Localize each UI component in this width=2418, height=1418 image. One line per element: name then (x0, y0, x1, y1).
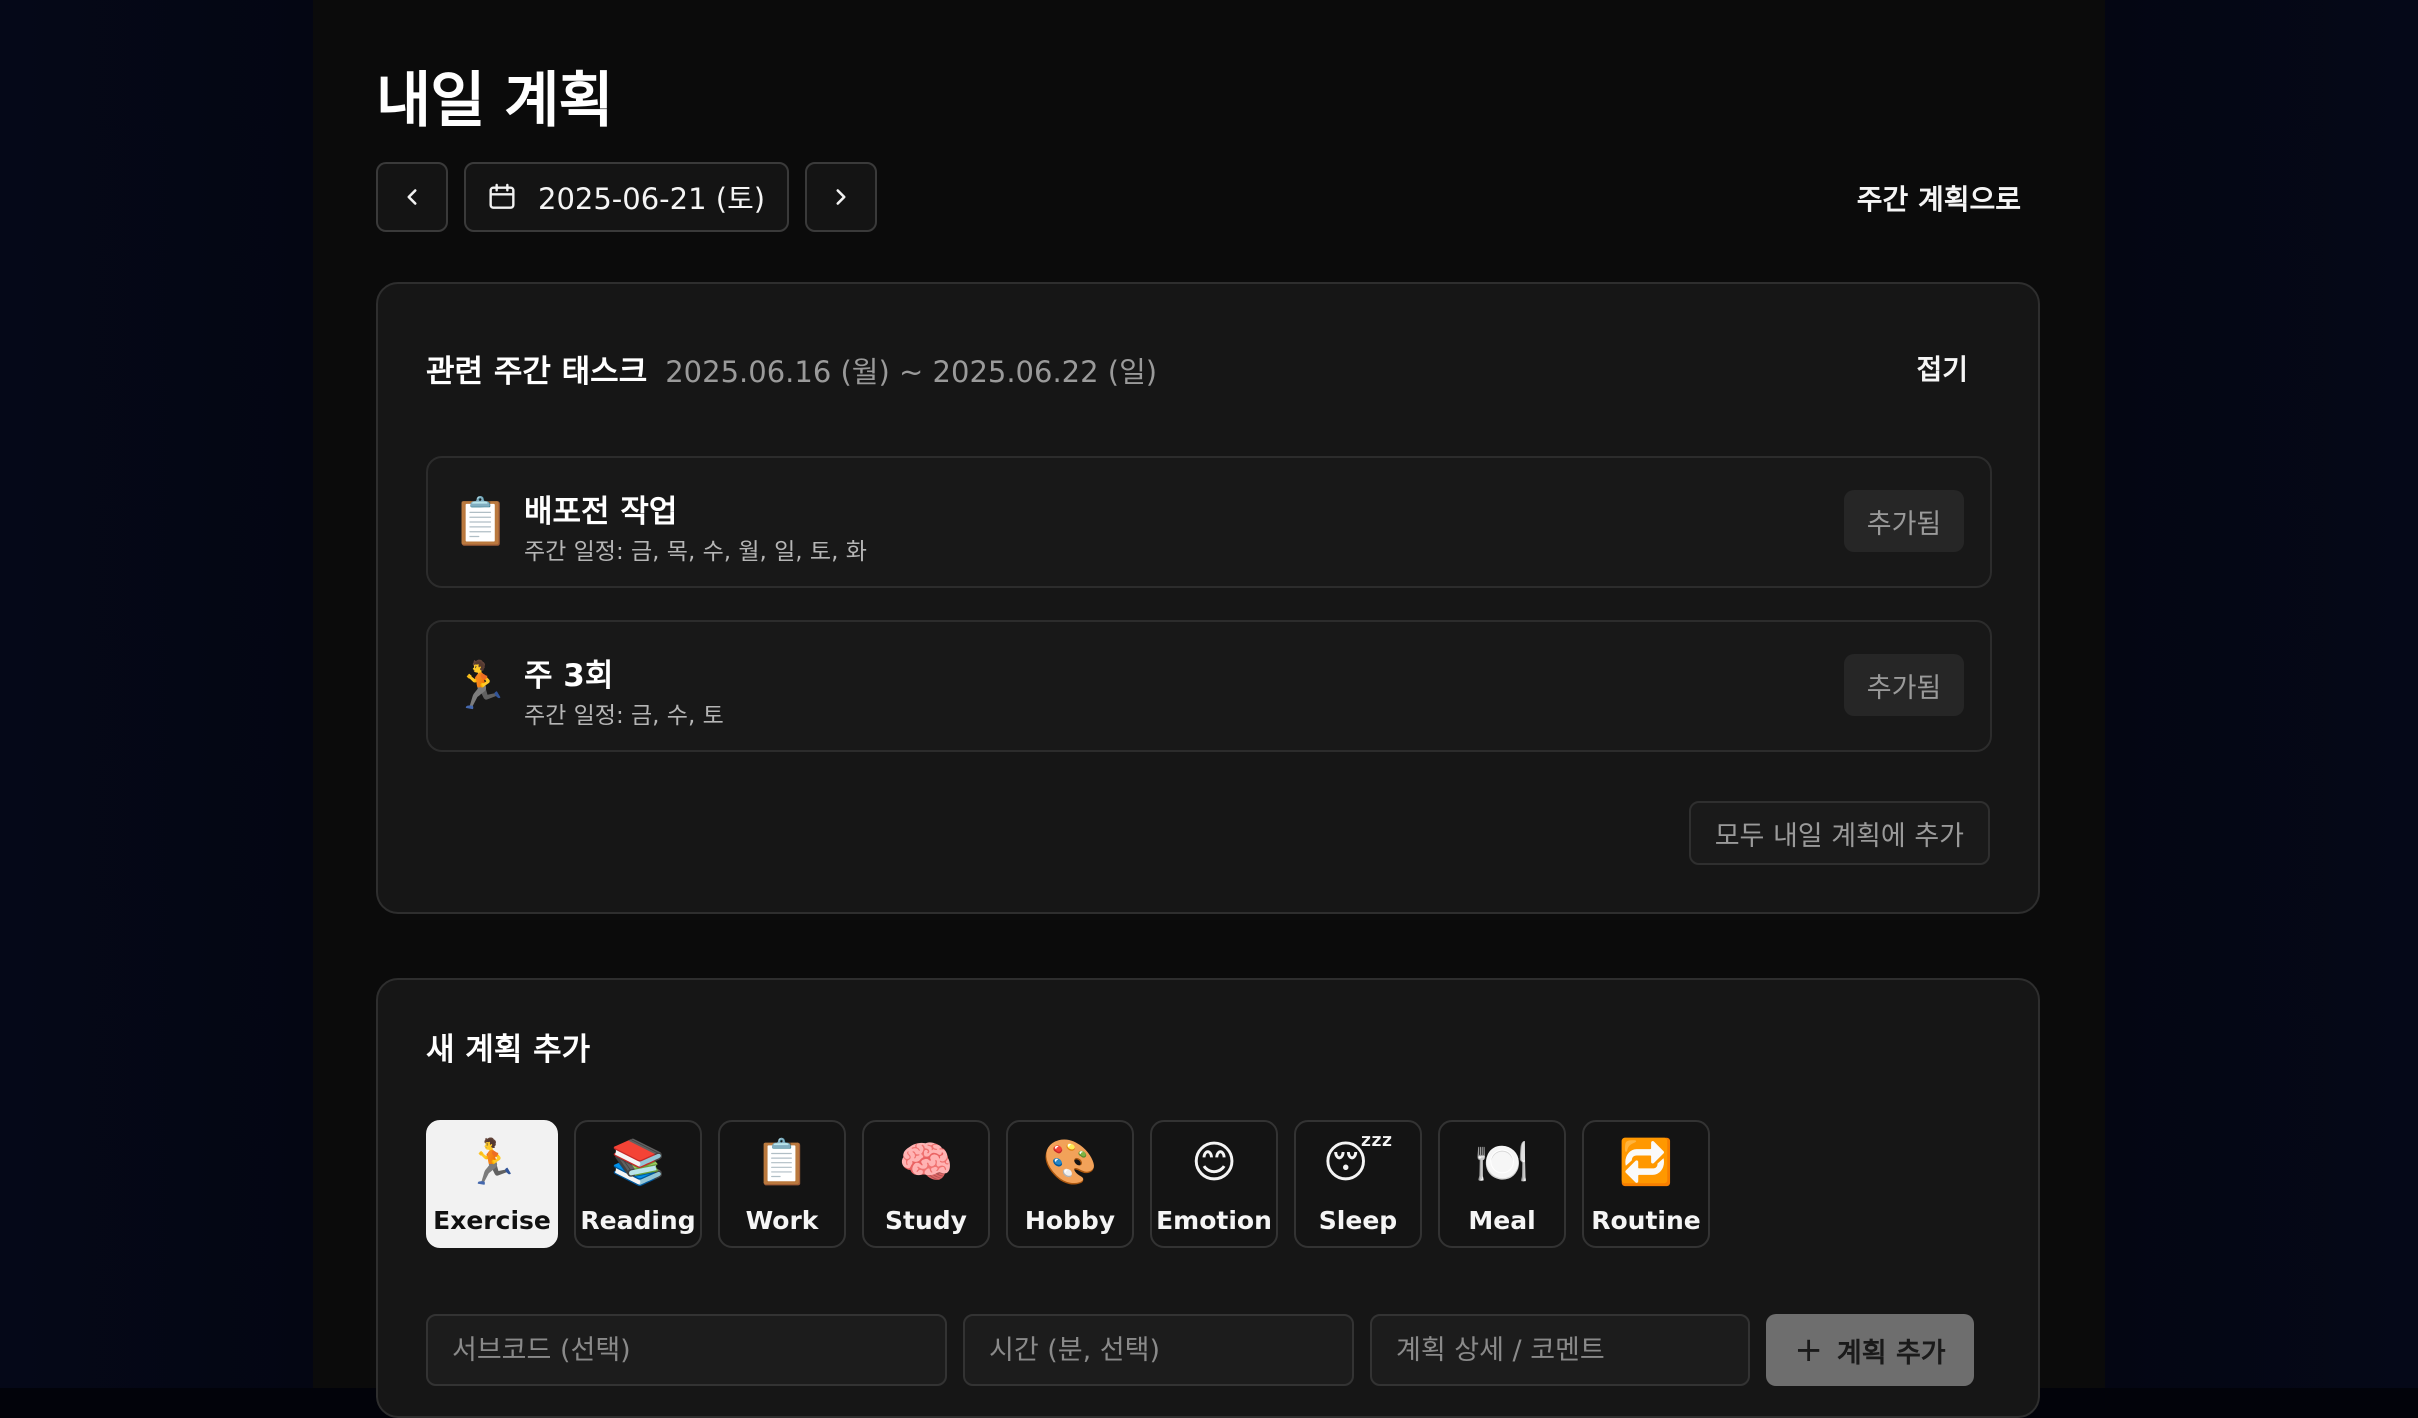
category-emotion[interactable]: 😊 Emotion (1150, 1120, 1278, 1248)
category-label: Work (745, 1206, 819, 1235)
main-column: 내일 계획 2025-06-21 (토) 주간 계획으로 관련 주간 태스크 2… (313, 0, 2105, 1418)
weekly-task-item: 📋 배포전 작업 주간 일정: 금, 목, 수, 월, 일, 토, 화 추가됨 (426, 456, 1992, 588)
category-sleep[interactable]: 😴 Sleep (1294, 1120, 1422, 1248)
prev-day-button[interactable] (376, 162, 448, 232)
runner-icon: 🏃 (452, 658, 510, 712)
plan-detail-input[interactable] (1370, 1314, 1750, 1386)
runner-icon: 🏃 (464, 1137, 520, 1188)
added-status-button[interactable]: 추가됨 (1844, 654, 1964, 716)
add-plan-label: 계획 추가 (1836, 1337, 1946, 1369)
clipboard-icon: 📋 (754, 1137, 810, 1188)
subcode-input[interactable] (426, 1314, 947, 1386)
page-title: 내일 계획 (376, 66, 614, 136)
weekly-plan-link[interactable]: 주간 계획으로 (1857, 178, 2021, 218)
time-minutes-input[interactable] (963, 1314, 1354, 1386)
category-label: Study (885, 1206, 967, 1235)
books-icon: 📚 (610, 1137, 666, 1188)
chevron-right-icon (836, 189, 846, 205)
added-status-button[interactable]: 추가됨 (1844, 490, 1964, 552)
category-label: Reading (580, 1206, 696, 1235)
category-label: Emotion (1156, 1206, 1272, 1235)
sleeping-face-icon: 😴 (1322, 1137, 1394, 1188)
current-date: 2025-06-21 (토) (538, 182, 766, 216)
palette-icon: 🎨 (1042, 1137, 1098, 1188)
chevron-left-icon (407, 189, 417, 205)
plate-cutlery-icon: 🍽️ (1474, 1137, 1530, 1188)
category-selector: 🏃 Exercise 📚 Reading 📋 Work 🧠 Study 🎨 Ho… (426, 1120, 1710, 1248)
category-label: Exercise (433, 1206, 551, 1235)
task-name: 배포전 작업 (524, 494, 678, 530)
category-routine[interactable]: 🔁 Routine (1582, 1120, 1710, 1248)
weekly-tasks-title: 관련 주간 태스크 (426, 354, 648, 390)
category-work[interactable]: 📋 Work (718, 1120, 846, 1248)
date-picker-button[interactable]: 2025-06-21 (토) (464, 162, 789, 232)
fold-button[interactable]: 접기 (1916, 348, 1968, 388)
category-study[interactable]: 🧠 Study (862, 1120, 990, 1248)
calendar-icon (489, 183, 515, 209)
plus-icon: + (1794, 1330, 1823, 1370)
category-label: Meal (1468, 1206, 1536, 1235)
repeat-icon: 🔁 (1618, 1137, 1674, 1188)
category-reading[interactable]: 📚 Reading (574, 1120, 702, 1248)
add-all-to-tomorrow-button[interactable]: 모두 내일 계획에 추가 (1688, 801, 1990, 865)
clipboard-icon: 📋 (452, 494, 510, 548)
add-plan-button[interactable]: + 계획 추가 (1766, 1314, 1974, 1386)
task-name: 주 3회 (524, 658, 614, 694)
category-exercise[interactable]: 🏃 Exercise (426, 1120, 558, 1248)
task-schedule: 주간 일정: 금, 목, 수, 월, 일, 토, 화 (524, 539, 867, 565)
weekly-tasks-card: 관련 주간 태스크 2025.06.16 (월) ~ 2025.06.22 (일… (376, 282, 2040, 914)
weekly-date-range: 2025.06.16 (월) ~ 2025.06.22 (일) (665, 355, 1158, 389)
new-plan-title: 새 계획 추가 (426, 1032, 591, 1068)
brain-icon: 🧠 (898, 1137, 954, 1188)
task-schedule: 주간 일정: 금, 수, 토 (524, 703, 724, 729)
category-label: Hobby (1024, 1206, 1116, 1235)
category-meal[interactable]: 🍽️ Meal (1438, 1120, 1566, 1248)
category-label: Sleep (1318, 1206, 1398, 1235)
new-plan-card: 새 계획 추가 🏃 Exercise 📚 Reading 📋 Work 🧠 St… (376, 978, 2040, 1418)
smile-icon: 😊 (1191, 1137, 1237, 1188)
weekly-tasks-header: 관련 주간 태스크 2025.06.16 (월) ~ 2025.06.22 (일… (426, 346, 1157, 391)
category-hobby[interactable]: 🎨 Hobby (1006, 1120, 1134, 1248)
category-label: Routine (1591, 1206, 1701, 1235)
weekly-task-item: 🏃 주 3회 주간 일정: 금, 수, 토 추가됨 (426, 620, 1992, 752)
next-day-button[interactable] (805, 162, 877, 232)
